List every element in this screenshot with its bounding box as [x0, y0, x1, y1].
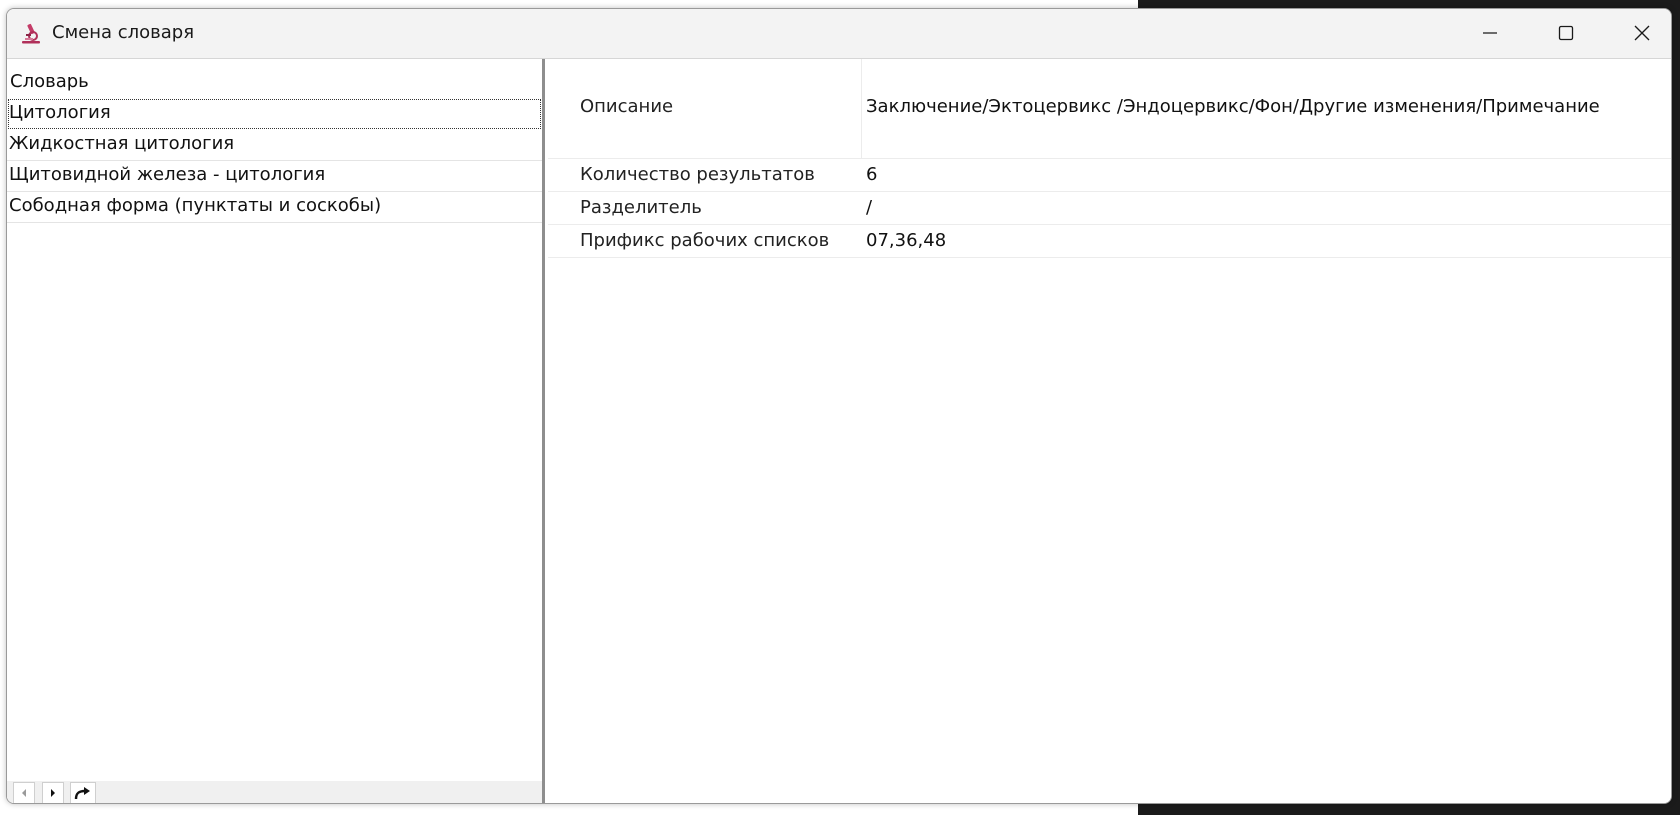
dictionary-item-free-form[interactable]: Сободная форма (пунктаты и соскобы): [7, 191, 542, 223]
maximize-button[interactable]: [1529, 9, 1603, 57]
dictionary-item-cytology[interactable]: Цитология: [7, 98, 542, 130]
dictionary-item-liquid-cytology[interactable]: Жидкостная цитология: [7, 129, 542, 161]
property-row-separator[interactable]: Разделитель /: [548, 192, 1671, 225]
properties-pane: Описание Заключение/Эктоцервикс /Эндоцер…: [548, 59, 1671, 803]
previous-button[interactable]: [13, 782, 35, 803]
property-value: 6: [866, 164, 878, 185]
close-icon: [1634, 25, 1650, 41]
desktop: Смена словаря Словарь Цитология Жидкостн…: [0, 0, 1680, 815]
title-bar[interactable]: Смена словаря: [7, 9, 1671, 59]
arrow-right-icon: [51, 789, 55, 797]
arrow-left-icon: [22, 789, 26, 797]
close-button[interactable]: [1605, 9, 1671, 57]
dictionary-item-thyroid-cytology[interactable]: Щитовидной железа - цитология: [7, 160, 542, 192]
dictionary-list-header: Словарь: [10, 71, 89, 92]
curved-arrow-icon: [74, 787, 90, 800]
property-row-worklist-prefix[interactable]: Прификс рабочих списков 07,36,48: [548, 225, 1671, 258]
minimize-icon: [1483, 32, 1497, 34]
property-name: Прификс рабочих списков: [580, 230, 830, 251]
property-row-result-count[interactable]: Количество результатов 6: [548, 159, 1671, 192]
window-title: Смена словаря: [52, 22, 195, 43]
property-name: Описание: [580, 96, 674, 117]
dictionary-window: Смена словаря Словарь Цитология Жидкостн…: [6, 8, 1672, 804]
next-button[interactable]: [42, 782, 64, 803]
property-value: Заключение/Эктоцервикс /Эндоцервикс/Фон/…: [866, 96, 1600, 117]
property-row-description[interactable]: Описание Заключение/Эктоцервикс /Эндоцер…: [548, 59, 1671, 159]
apply-button[interactable]: [70, 782, 96, 803]
list-navigation-bar: [7, 781, 542, 803]
maximize-icon: [1558, 25, 1574, 41]
property-name: Разделитель: [580, 197, 702, 218]
property-name: Количество результатов: [580, 164, 815, 185]
minimize-button[interactable]: [1453, 9, 1527, 57]
dictionary-list-pane: Словарь Цитология Жидкостная цитология Щ…: [7, 59, 545, 803]
property-value: /: [866, 197, 873, 218]
microscope-icon: [19, 21, 43, 45]
property-value: 07,36,48: [866, 230, 947, 251]
